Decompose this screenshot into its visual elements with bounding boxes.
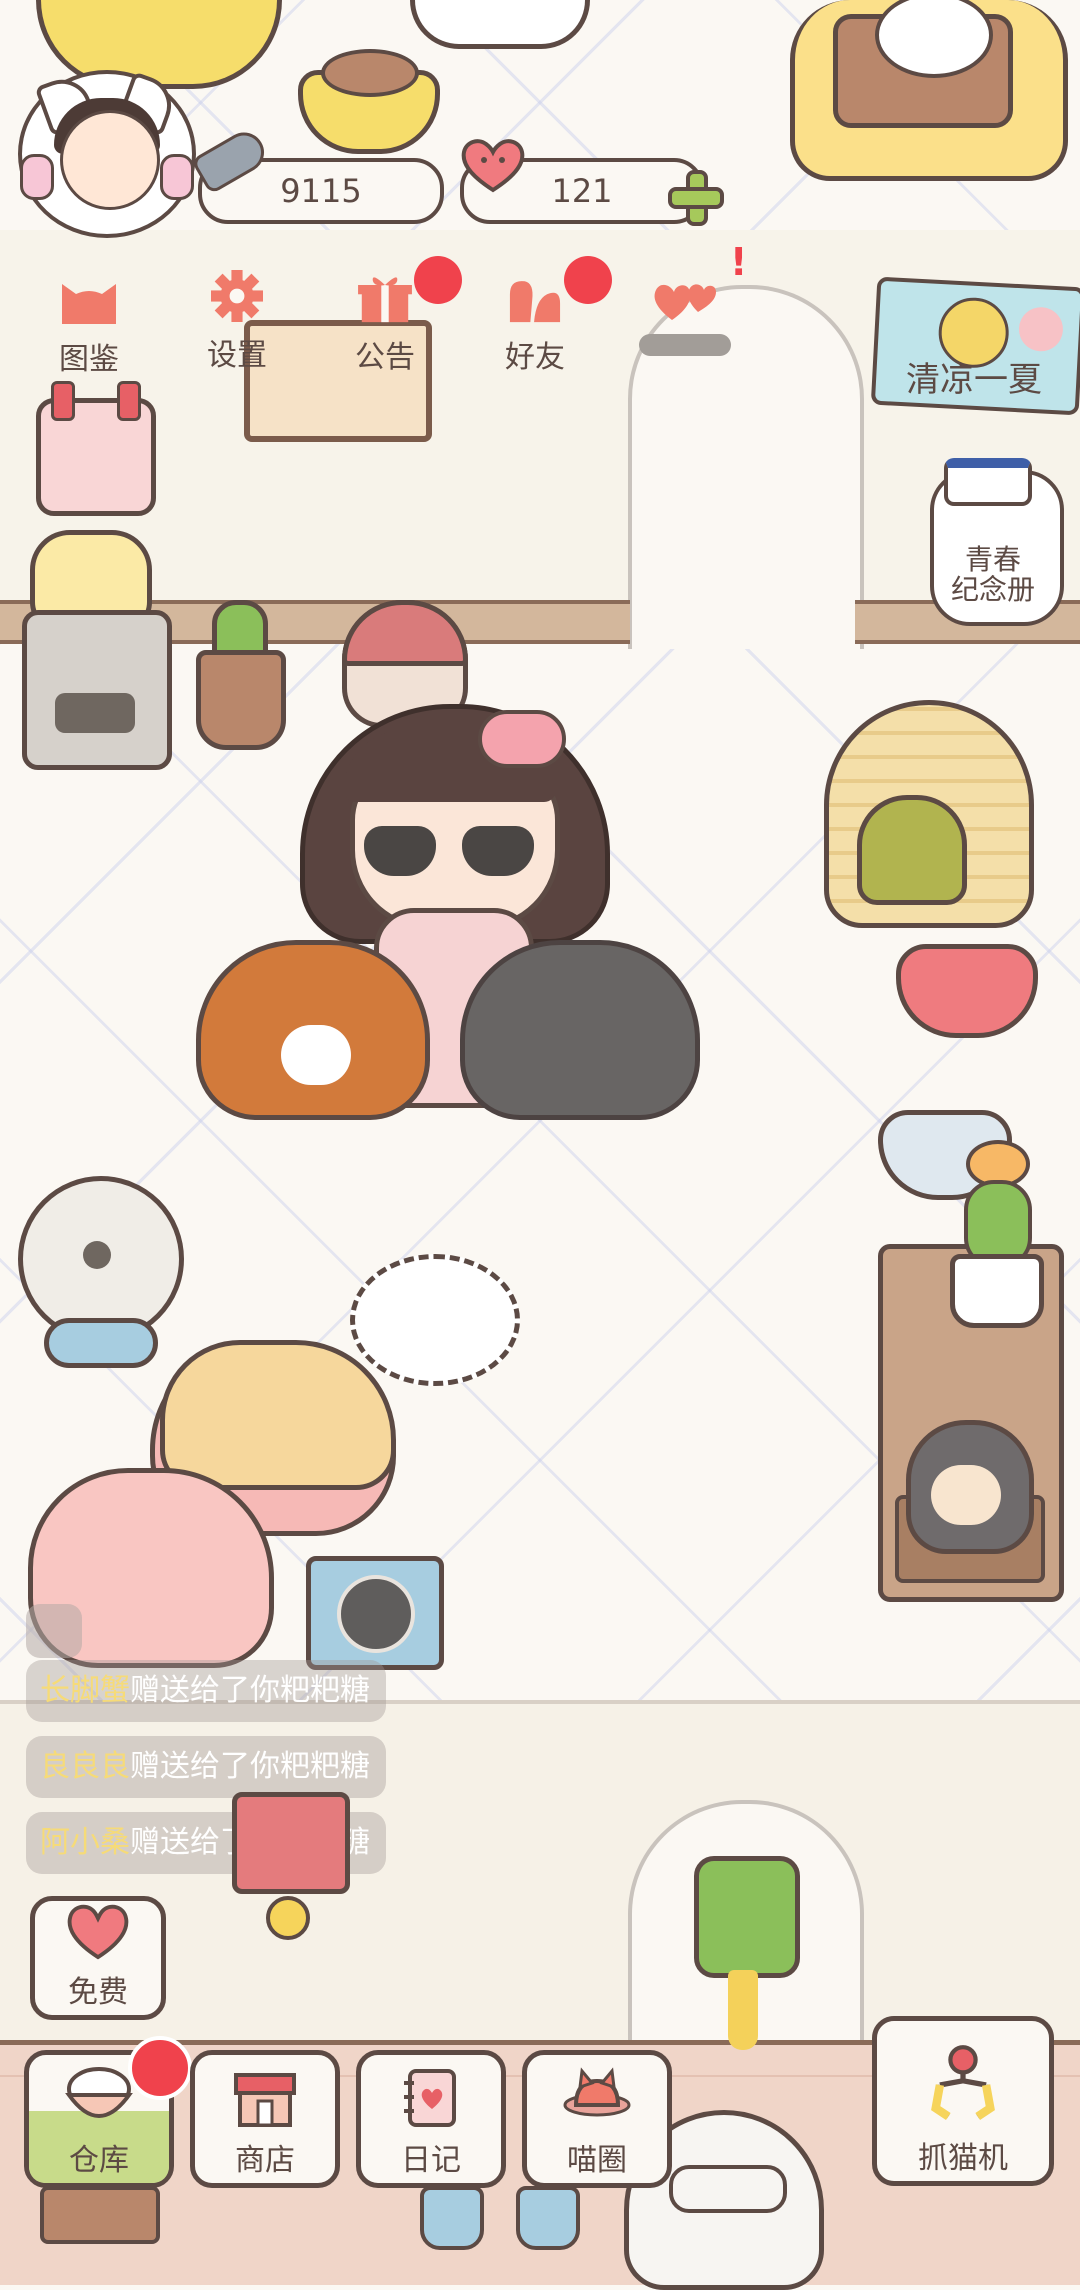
heart-currency-value: 121 <box>551 172 613 210</box>
fan-base <box>44 1318 158 1368</box>
sunglasses-icon <box>364 826 534 880</box>
grey-cat[interactable] <box>460 940 700 1120</box>
cuckoo-clock[interactable] <box>232 1792 350 1894</box>
straw-cat-house[interactable] <box>824 700 1034 928</box>
sailor-cap-icon <box>944 458 1032 506</box>
wind-chime[interactable] <box>694 1856 800 1978</box>
nav-cat-circle-label: 喵圈 <box>567 2143 627 2178</box>
notification-badge <box>564 256 612 304</box>
chat-sender-name: 长脚蟹 <box>40 1673 130 1708</box>
chat-sender-name: 阿小桑 <box>40 1825 130 1860</box>
notification-badge <box>128 2036 192 2100</box>
hair-bow-icon <box>478 710 566 768</box>
youth-album-label-line2: 纪念册 <box>950 573 1035 606</box>
chat-toggle-icon[interactable] <box>26 1604 82 1658</box>
flower-plant <box>946 1140 1036 1268</box>
claw-machine-label: 抓猫机 <box>918 2141 1008 2176</box>
chat-sender-name: 良良良 <box>40 1749 130 1784</box>
claw-icon <box>931 2045 995 2120</box>
summer-event-label[interactable]: 清凉一夏 <box>906 352 1042 401</box>
alert-exclamation: ! <box>730 240 748 284</box>
nav-warehouse-label: 仓库 <box>69 2143 129 2178</box>
gift-icon <box>358 277 412 323</box>
clock-pendulum <box>266 1896 310 1940</box>
rice-bowl-icon <box>65 2067 133 2118</box>
diary-icon <box>404 2069 456 2127</box>
hearts-icon <box>654 284 716 320</box>
orange-tabby-cat[interactable] <box>196 940 430 1120</box>
youth-album-label-line1: 青春 <box>964 543 1021 576</box>
nav-diary[interactable]: 日记 <box>356 2050 506 2188</box>
menu-announcement-label: 公告 <box>355 340 415 375</box>
sun-hat-item[interactable] <box>350 1254 520 1386</box>
chat-message: 良良良赠送给了你粑粑糖 <box>26 1736 386 1798</box>
menu-settings[interactable]: 设置 <box>182 270 292 374</box>
nav-diary-label: 日记 <box>401 2143 461 2178</box>
decor-dot <box>1017 306 1065 353</box>
fish-currency-value: 9115 <box>280 172 362 210</box>
white-bowl-item[interactable] <box>410 0 590 49</box>
headphone-icon <box>160 154 194 200</box>
menu-settings-label: 设置 <box>207 338 267 373</box>
shop-icon <box>234 2073 296 2127</box>
chat-text: 赠送给了你粑粑糖 <box>130 1749 370 1784</box>
avatar-face <box>60 110 160 210</box>
free-gift-button[interactable]: 免费 <box>30 1896 166 2020</box>
menu-likes[interactable] <box>630 272 740 356</box>
likes-placeholder-bar <box>639 334 731 356</box>
player-avatar[interactable] <box>18 70 196 238</box>
cat-planet-icon <box>563 2067 631 2117</box>
heart-icon <box>461 139 525 193</box>
wind-chime-tassel <box>728 1970 758 2050</box>
storage-box <box>40 2186 160 2244</box>
rain-boots <box>420 2186 580 2250</box>
menu-friends-label: 好友 <box>505 340 565 375</box>
free-gift-label: 免费 <box>68 1975 128 2010</box>
claw-machine-button[interactable]: 抓猫机 <box>872 2016 1054 2186</box>
notification-badge <box>414 256 462 304</box>
chat-text: 赠送给了你粑粑糖 <box>130 1673 370 1708</box>
youth-album-label[interactable]: 青春 纪念册 <box>930 545 1056 605</box>
nav-shop-label: 商店 <box>235 2143 295 2178</box>
cat-bed-item[interactable] <box>790 0 1068 181</box>
menu-collection-label: 图鉴 <box>59 342 119 377</box>
stove-item[interactable] <box>22 610 172 770</box>
nav-shop[interactable]: 商店 <box>190 2050 340 2188</box>
chat-message: 长脚蟹赠送给了你粑粑糖 <box>26 1660 386 1722</box>
calendar-item[interactable] <box>36 381 156 516</box>
record-player[interactable] <box>306 1556 444 1670</box>
friends-icon <box>509 281 561 323</box>
add-hearts-button[interactable] <box>668 170 724 226</box>
cactus-pot-item[interactable] <box>196 650 286 750</box>
flower-pot[interactable] <box>950 1254 1044 1328</box>
nav-cat-circle[interactable]: 喵圈 <box>522 2050 672 2188</box>
gear-icon <box>211 270 263 322</box>
menu-collection[interactable]: 图鉴 <box>34 274 144 378</box>
heart-icon <box>67 1904 129 1960</box>
penguin-plush[interactable] <box>906 1420 1034 1554</box>
headphone-icon <box>20 154 54 200</box>
cat-head-icon <box>62 284 116 324</box>
